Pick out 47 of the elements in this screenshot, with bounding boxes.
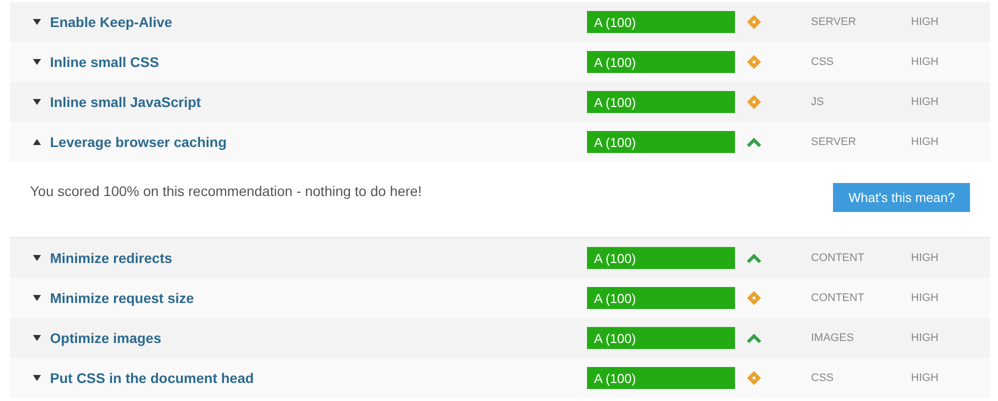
expand-caret-icon[interactable] bbox=[33, 375, 41, 381]
grade-bar: A (100) bbox=[587, 51, 735, 73]
rule-name-link[interactable]: Inline small CSS bbox=[50, 54, 587, 70]
expand-caret-icon[interactable] bbox=[33, 99, 41, 105]
help-button[interactable]: What's this mean? bbox=[833, 183, 970, 212]
rule-priority: HIGH bbox=[911, 252, 938, 264]
rule-priority: HIGH bbox=[911, 96, 938, 108]
rule-name-link[interactable]: Put CSS in the document head bbox=[50, 370, 587, 386]
rule-priority: HIGH bbox=[911, 136, 938, 148]
diamond-icon bbox=[746, 94, 762, 110]
diamond-icon bbox=[746, 290, 762, 306]
rule-priority: HIGH bbox=[911, 16, 938, 28]
rule-name-link[interactable]: Minimize request size bbox=[50, 290, 587, 306]
grade-bar: A (100) bbox=[587, 131, 735, 153]
expand-caret-icon[interactable] bbox=[33, 59, 41, 65]
rule-type: CONTENT bbox=[811, 292, 866, 304]
rule-name-link[interactable]: Optimize images bbox=[50, 330, 587, 346]
rule-type: SERVER bbox=[811, 136, 858, 148]
rule-type: CSS bbox=[811, 372, 835, 384]
diamond-icon bbox=[746, 370, 762, 386]
rule-priority: HIGH bbox=[911, 372, 938, 384]
grade-bar: A (100) bbox=[587, 327, 735, 349]
grade-bar: A (100) bbox=[587, 91, 735, 113]
diamond-icon bbox=[746, 54, 762, 70]
details-message: You scored 100% on this recommendation - nothing to do here! bbox=[30, 183, 422, 199]
rule-type: JS bbox=[811, 96, 825, 108]
rule-name-link[interactable]: Leverage browser caching bbox=[50, 134, 587, 150]
expand-caret-icon[interactable] bbox=[33, 255, 41, 261]
rule-name-link[interactable]: Enable Keep-Alive bbox=[50, 14, 587, 30]
rule-type: SERVER bbox=[811, 16, 858, 28]
rule-priority: HIGH bbox=[911, 292, 938, 304]
grade-bar: A (100) bbox=[587, 287, 735, 309]
rule-type: CONTENT bbox=[811, 252, 866, 264]
rule-priority: HIGH bbox=[911, 56, 938, 68]
grade-bar: A (100) bbox=[587, 367, 735, 389]
diamond-icon bbox=[746, 14, 762, 30]
rule-type: CSS bbox=[811, 56, 835, 68]
rule-priority: HIGH bbox=[911, 332, 938, 344]
rule-name-link[interactable]: Minimize redirects bbox=[50, 250, 587, 266]
grade-bar: A (100) bbox=[587, 247, 735, 269]
expand-caret-icon[interactable] bbox=[33, 335, 41, 341]
grade-bar: A (100) bbox=[587, 11, 735, 33]
collapse-caret-icon[interactable] bbox=[33, 139, 41, 145]
rule-name-link[interactable]: Inline small JavaScript bbox=[50, 94, 587, 110]
expand-caret-icon[interactable] bbox=[33, 19, 41, 25]
rule-type: IMAGES bbox=[811, 332, 855, 344]
expand-caret-icon[interactable] bbox=[33, 295, 41, 301]
